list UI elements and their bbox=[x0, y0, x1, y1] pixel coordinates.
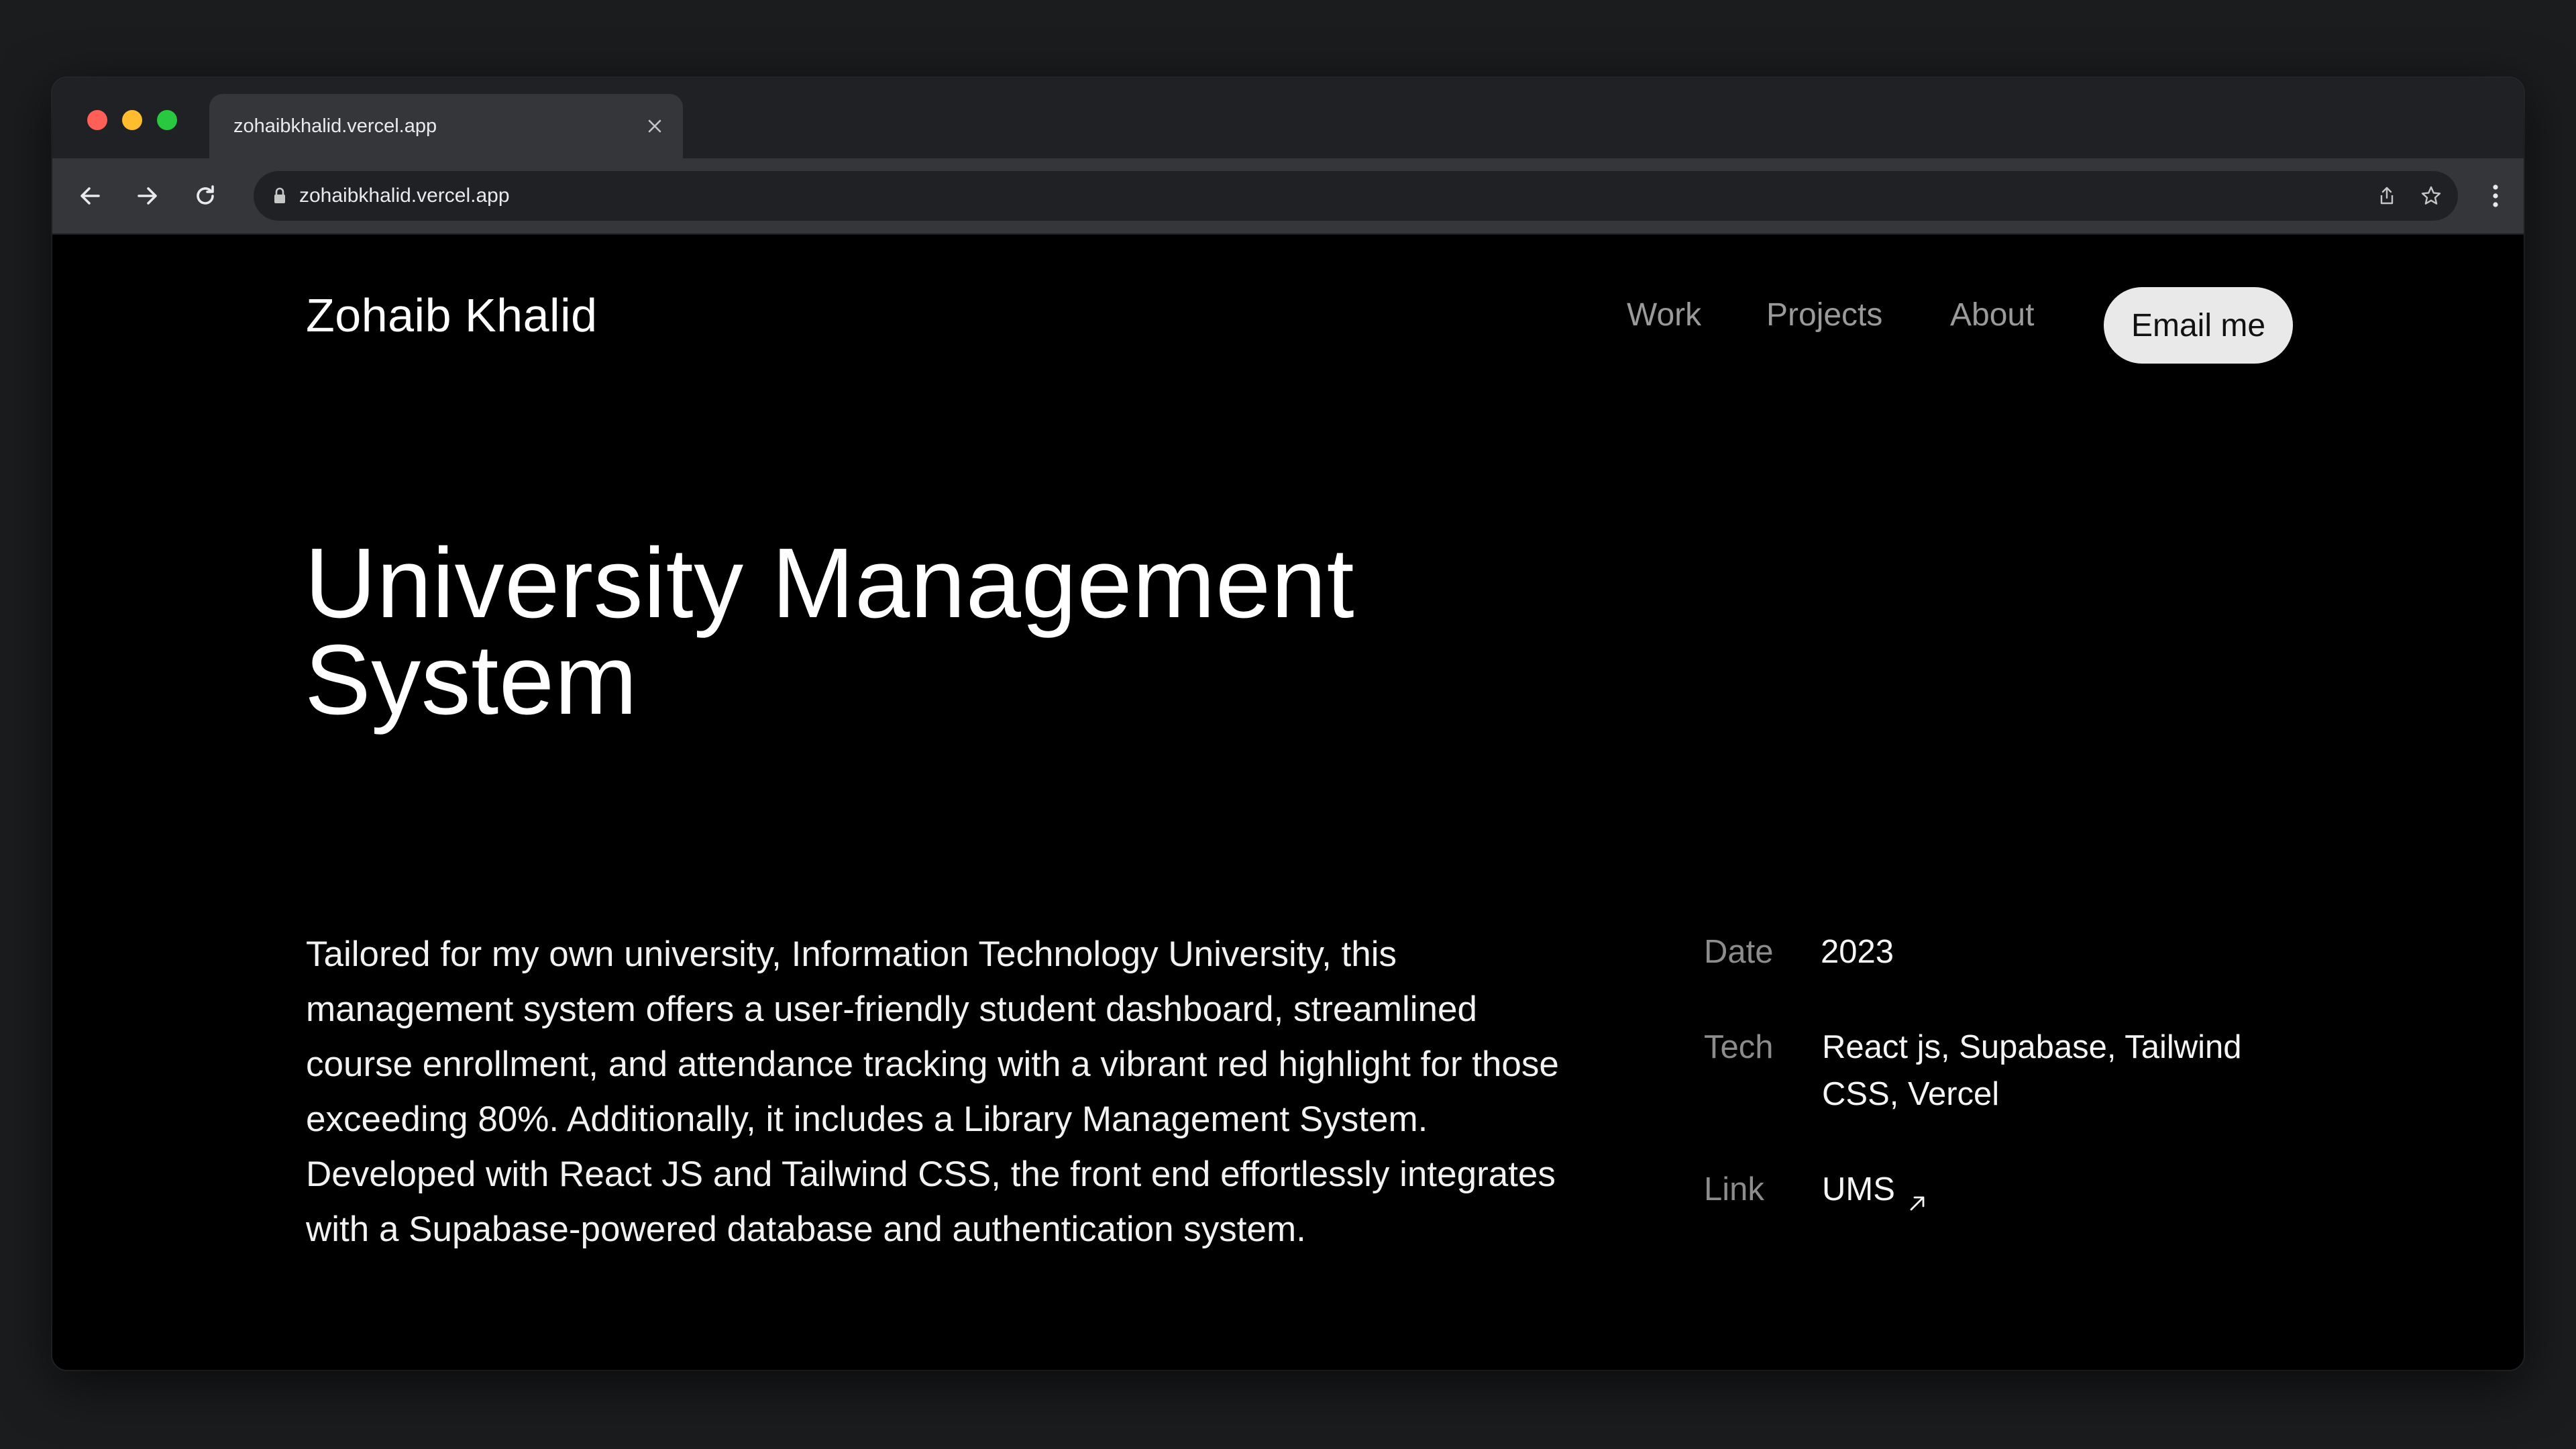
browser-tab[interactable]: zohaibkhalid.vercel.app bbox=[209, 94, 683, 158]
close-window-button[interactable] bbox=[87, 110, 107, 130]
ums-link-text: UMS bbox=[1822, 1171, 1895, 1208]
external-arrow-icon bbox=[1907, 1179, 1927, 1211]
page-title: University Management System bbox=[305, 528, 1355, 735]
link-value-wrapper: UMS bbox=[1822, 1166, 2292, 1213]
email-me-button[interactable]: Email me bbox=[2104, 287, 2293, 364]
maximize-window-button[interactable] bbox=[157, 110, 177, 130]
minimize-window-button[interactable] bbox=[122, 110, 142, 130]
window-controls bbox=[87, 110, 177, 130]
nav-projects-link[interactable]: Projects bbox=[1766, 282, 1882, 349]
tech-value: React js, Supabase, Tailwind CSS, Vercel bbox=[1822, 1029, 2242, 1112]
url-text[interactable]: zohaibkhalid.vercel.app bbox=[299, 171, 510, 221]
brand-link[interactable]: Zohaib Khalid bbox=[306, 282, 598, 349]
tab-strip: zohaibkhalid.vercel.app bbox=[52, 78, 2524, 158]
link-label: Link bbox=[1704, 1171, 1764, 1208]
arrow-left-icon[interactable] bbox=[71, 177, 109, 215]
more-vertical-icon[interactable] bbox=[2482, 177, 2509, 215]
site-header: Zohaib Khalid Work Projects About Email … bbox=[52, 235, 2524, 396]
tech-label: Tech bbox=[1704, 1029, 1774, 1065]
lock-icon bbox=[270, 186, 290, 206]
reload-icon[interactable] bbox=[186, 177, 224, 215]
project-description: Tailored for my own university, Informat… bbox=[306, 934, 1559, 1249]
date-label: Date bbox=[1704, 934, 1774, 970]
address-bar[interactable]: zohaibkhalid.vercel.app bbox=[254, 171, 2458, 221]
ums-link[interactable]: UMS bbox=[1822, 1166, 1927, 1213]
tab-title: zohaibkhalid.vercel.app bbox=[233, 115, 437, 137]
share-icon[interactable] bbox=[2373, 182, 2400, 209]
arrow-right-icon[interactable] bbox=[129, 177, 166, 215]
close-icon[interactable] bbox=[641, 113, 668, 140]
browser-window: zohaibkhalid.vercel.app zohaibkhalid.ver… bbox=[52, 78, 2524, 1370]
browser-toolbar: zohaibkhalid.vercel.app bbox=[52, 158, 2524, 235]
date-value: 2023 bbox=[1821, 934, 1894, 970]
page-content: Zohaib Khalid Work Projects About Email … bbox=[52, 235, 2524, 1370]
nav-work-link[interactable]: Work bbox=[1627, 282, 1701, 349]
nav-about-link[interactable]: About bbox=[1950, 282, 2034, 349]
star-icon[interactable] bbox=[2418, 182, 2445, 209]
